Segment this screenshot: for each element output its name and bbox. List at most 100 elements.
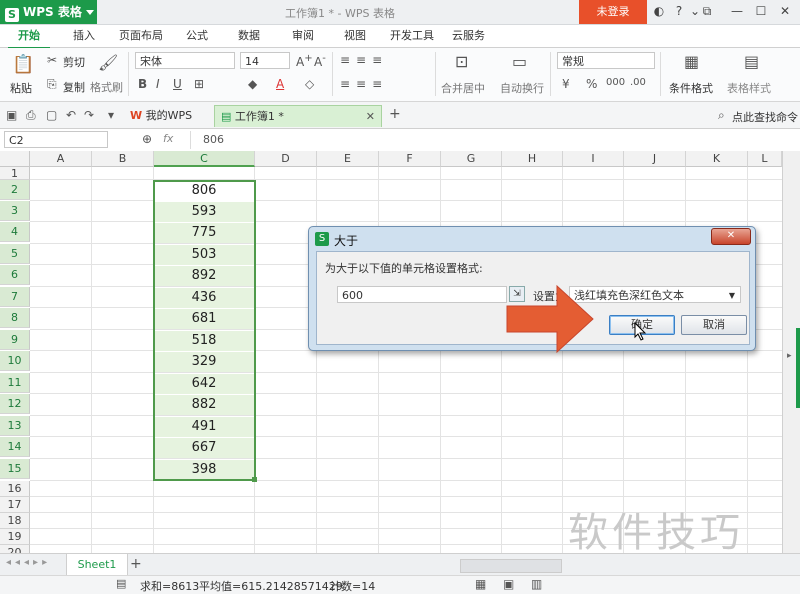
maximize-icon[interactable]: ☐	[753, 3, 769, 19]
merge-center-button[interactable]: 合并居中	[441, 80, 485, 96]
row-header[interactable]: 12	[0, 394, 30, 414]
align-left-icons[interactable]: ≡≡≡	[340, 77, 388, 91]
horizontal-scrollbar[interactable]	[460, 559, 562, 573]
spreadsheet-grid[interactable]: A B C D E F G H I J K L 1 2 3 4 5 6 7 8 …	[0, 151, 782, 553]
column-header-b[interactable]: B	[92, 151, 154, 167]
decrease-font-icon[interactable]: A-	[314, 53, 326, 69]
fx-icon[interactable]: fx	[163, 132, 173, 145]
number-format-select[interactable]: 常规	[557, 52, 655, 69]
restore-view-icon[interactable]: ⧉	[699, 3, 715, 19]
row-header[interactable]: 14	[0, 437, 30, 457]
tab-developer[interactable]: 开发工具	[390, 25, 434, 47]
underline-icon[interactable]: U	[173, 77, 182, 91]
row-header[interactable]: 4	[0, 222, 30, 242]
row-header[interactable]: 17	[0, 497, 30, 513]
save-icon[interactable]: ▣	[6, 108, 17, 122]
fill-color-icon[interactable]: ◆	[248, 77, 257, 91]
format-painter-button[interactable]: 格式刷	[90, 79, 123, 95]
column-header-i[interactable]: I	[563, 151, 624, 167]
decimal-icon[interactable]: .00	[630, 77, 646, 88]
row-header[interactable]: 8	[0, 308, 30, 328]
sheet-nav-icons[interactable]: ◂◂◂▸▸	[6, 557, 51, 568]
row-header[interactable]: 20	[0, 545, 30, 553]
skin-icon[interactable]: ◐	[651, 3, 667, 19]
column-header-d[interactable]: D	[255, 151, 317, 167]
help-icon[interactable]: ?	[671, 3, 687, 19]
bold-icon[interactable]: B	[138, 77, 147, 91]
row-header[interactable]: 6	[0, 265, 30, 285]
threshold-input[interactable]: 600	[337, 286, 507, 303]
dialog-close-button[interactable]: ✕	[711, 228, 751, 245]
font-size-select[interactable]: 14	[240, 52, 290, 69]
login-button[interactable]: 未登录	[579, 0, 647, 24]
command-search[interactable]: 点此查找命令	[732, 109, 798, 125]
row-header[interactable]: 13	[0, 416, 30, 436]
row-header[interactable]: 9	[0, 330, 30, 350]
preview-icon[interactable]: ▢	[46, 108, 57, 122]
conditional-format-button[interactable]: 条件格式	[669, 80, 713, 96]
clear-format-icon[interactable]: ◇	[305, 77, 314, 91]
tab-review[interactable]: 审阅	[292, 25, 314, 47]
tab-formulas[interactable]: 公式	[186, 25, 208, 47]
redo-icon[interactable]: ↷	[84, 108, 94, 122]
row-header[interactable]: 1	[0, 167, 30, 180]
currency-icon[interactable]: ¥	[562, 77, 570, 91]
column-header-g[interactable]: G	[441, 151, 502, 167]
row-header[interactable]: 19	[0, 529, 30, 545]
row-header[interactable]: 5	[0, 244, 30, 264]
row-header[interactable]: 7	[0, 287, 30, 307]
page-break-icon[interactable]: ▥	[531, 577, 542, 591]
select-all-corner[interactable]	[0, 151, 30, 167]
tab-my-wps[interactable]: W 我的WPS ✕	[124, 105, 210, 144]
column-header-e[interactable]: E	[317, 151, 379, 167]
tab-insert[interactable]: 插入	[73, 25, 95, 47]
page-layout-icon[interactable]: ▣	[503, 577, 514, 591]
tab-cloud[interactable]: 云服务	[452, 25, 485, 47]
column-header-j[interactable]: J	[624, 151, 686, 167]
paste-button[interactable]: 粘贴	[10, 80, 32, 96]
border-icon[interactable]: ⊞	[194, 77, 204, 91]
tab-workbook[interactable]: ▤ 工作簿1 * ✕	[214, 105, 382, 127]
row-header[interactable]: 15	[0, 459, 30, 479]
font-name-select[interactable]: 宋体	[135, 52, 235, 69]
print-icon[interactable]: ⎙	[26, 108, 36, 123]
zoom-icon[interactable]: ⊕	[142, 132, 152, 146]
fill-handle[interactable]	[252, 477, 257, 482]
column-header-a[interactable]: A	[30, 151, 92, 167]
formula-input[interactable]: 806	[203, 133, 224, 146]
row-header[interactable]: 2	[0, 180, 30, 200]
column-header-k[interactable]: K	[686, 151, 748, 167]
column-header-h[interactable]: H	[502, 151, 563, 167]
minimize-icon[interactable]: —	[729, 3, 745, 19]
row-header[interactable]: 11	[0, 373, 30, 393]
tab-data[interactable]: 数据	[238, 25, 260, 47]
cancel-button[interactable]: 取消	[681, 315, 747, 335]
percent-icon[interactable]: %	[586, 77, 597, 91]
name-box[interactable]: C2	[4, 131, 108, 148]
tab-view[interactable]: 视图	[344, 25, 366, 47]
row-header[interactable]: 18	[0, 513, 30, 529]
tab-page-layout[interactable]: 页面布局	[119, 25, 163, 47]
thousand-sep-icon[interactable]: 000	[606, 77, 625, 88]
align-top-icons[interactable]: ≡≡≡	[340, 53, 388, 67]
column-header-f[interactable]: F	[379, 151, 441, 167]
collapse-icon[interactable]: ▸	[787, 351, 792, 361]
copy-button[interactable]: 复制	[63, 79, 85, 95]
vertical-scrollbar[interactable]: ▸	[782, 151, 800, 553]
tab-home[interactable]: 开始	[8, 25, 50, 49]
font-color-icon[interactable]: A	[276, 77, 284, 91]
normal-view-icon[interactable]: ▦	[475, 577, 486, 591]
close-tab-icon[interactable]: ✕	[366, 106, 375, 128]
cut-button[interactable]: 剪切	[63, 54, 85, 70]
sheet-tab-sheet1[interactable]: Sheet1	[66, 554, 128, 577]
search-icon[interactable]: ⌕	[718, 108, 725, 123]
row-header[interactable]: 16	[0, 481, 30, 497]
new-tab-icon[interactable]: +	[389, 106, 401, 122]
add-sheet-icon[interactable]: +	[130, 556, 142, 572]
customize-icon[interactable]: ▾	[108, 108, 114, 122]
close-icon[interactable]: ✕	[777, 3, 793, 19]
auto-wrap-button[interactable]: 自动换行	[500, 80, 544, 96]
undo-icon[interactable]: ↶	[66, 108, 76, 122]
paste-icon[interactable]: 📋	[12, 54, 34, 75]
increase-font-icon[interactable]: A+	[296, 53, 313, 69]
